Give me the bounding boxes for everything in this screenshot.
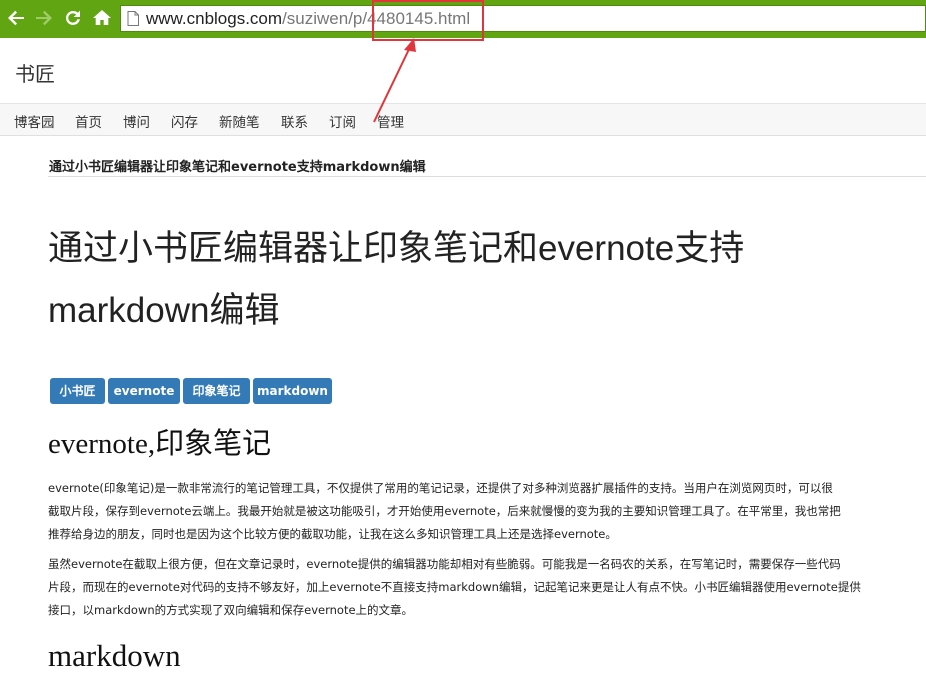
paragraph-line: 推荐给身边的朋友，同时也是因为这个比较方便的截取功能，让我在这么多知识管理工具上… <box>48 527 617 541</box>
nav-item-home[interactable]: 首页 <box>75 111 102 131</box>
divider <box>48 176 926 177</box>
paragraph-line: evernote(印象笔记)是一款非常流行的笔记管理工具，不仅提供了常用的笔记记… <box>48 481 833 495</box>
nav-item-flash[interactable]: 闪存 <box>171 111 198 131</box>
paragraph: evernote(印象笔记)是一款非常流行的笔记管理工具，不仅提供了常用的笔记记… <box>48 477 926 546</box>
back-arrow-icon[interactable] <box>4 6 28 30</box>
nav-item-subscribe[interactable]: 订阅 <box>329 111 356 131</box>
page-title: 通过小书匠编辑器让印象笔记和evernote支持 markdown编辑 <box>48 218 908 342</box>
nav-item-new-post[interactable]: 新随笔 <box>219 111 260 131</box>
section-heading: evernote,印象笔记 <box>48 428 272 460</box>
nav-item-contact[interactable]: 联系 <box>281 111 308 131</box>
blog-title[interactable]: 书匠 <box>15 58 55 87</box>
annotation-highlight-box <box>372 0 484 41</box>
nav-item-cnblogs[interactable]: 博客园 <box>14 111 55 131</box>
blog-nav: 博客园 首页 博问 闪存 新随笔 联系 订阅 管理 <box>0 103 926 136</box>
tag-yinxiang[interactable]: 印象笔记 <box>183 378 250 404</box>
paragraph-line: 接口，以markdown的方式实现了双向编辑和保存evernote上的文章。 <box>48 603 414 617</box>
paragraph-line: 虽然evernote在截取上很方便，但在文章记录时，evernote提供的编辑器… <box>48 557 841 571</box>
paragraph: 虽然evernote在截取上很方便，但在文章记录时，evernote提供的编辑器… <box>48 553 926 622</box>
page-title-line: 通过小书匠编辑器让印象笔记和evernote支持 <box>48 229 745 268</box>
url-domain: www.cnblogs.com <box>146 9 283 28</box>
section-heading: markdown <box>48 638 181 673</box>
home-icon[interactable] <box>90 6 114 30</box>
nav-item-manage[interactable]: 管理 <box>377 111 404 131</box>
page-icon <box>127 11 139 26</box>
tag-markdown[interactable]: markdown <box>253 378 332 404</box>
paragraph-line: 片段，而现在的evernote对代码的支持不够友好，加上evernote不直接支… <box>48 580 861 594</box>
post-link-title[interactable]: 通过小书匠编辑器让印象笔记和evernote支持markdown编辑 <box>49 156 426 175</box>
address-bar[interactable]: www.cnblogs.com/suziwen/p/4480145.html <box>120 5 926 32</box>
paragraph-line: 截取片段，保存到evernote云端上。我最开始就是被这功能吸引，才开始使用ev… <box>48 504 841 518</box>
tag-evernote[interactable]: evernote <box>108 378 180 404</box>
nav-item-ask[interactable]: 博问 <box>123 111 150 131</box>
forward-arrow-icon[interactable] <box>32 6 56 30</box>
page-title-line: markdown编辑 <box>48 291 280 330</box>
reload-icon[interactable] <box>61 6 85 30</box>
tag-xiaoshujiang[interactable]: 小书匠 <box>50 378 105 404</box>
